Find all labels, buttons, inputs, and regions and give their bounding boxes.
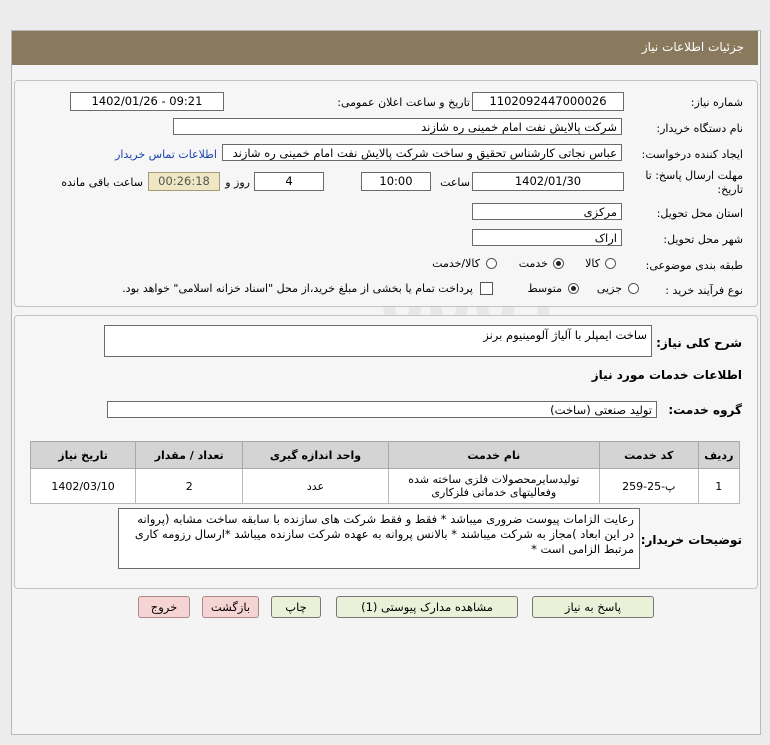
col-service-code: کد خدمت (598, 441, 699, 469)
col-quantity: تعداد / مقدار (135, 441, 244, 469)
view-attachments-button[interactable]: مشاهده مدارک پیوستی (1) (336, 596, 518, 618)
page-header: جزئیات اطلاعات نیاز (12, 31, 758, 65)
need-number-field: 1102092447000026 (472, 92, 624, 111)
cell-unit: عدد (242, 468, 389, 504)
category-option-goods: کالا (585, 257, 600, 270)
city-label: شهر محل تحویل: (663, 233, 743, 246)
purchase-radio-medium[interactable] (568, 283, 579, 294)
category-label: طبقه بندی موضوعی: (645, 259, 743, 272)
category-radio-goods[interactable] (605, 258, 616, 269)
cell-row: 1 (697, 468, 741, 504)
buyer-notes-field: رعایت الزامات پیوست ضروری میباشد * فقط و… (118, 508, 640, 569)
category-radio-goods-service[interactable] (486, 258, 497, 269)
announce-date-label: تاریخ و ساعت اعلان عمومی: (337, 96, 470, 109)
purchase-type-label: نوع فرآیند خرید : (665, 284, 743, 297)
services-table: ردیف کد خدمت نام خدمت واحد اندازه گیری ت… (29, 441, 741, 504)
reply-button[interactable]: پاسخ به نیاز (532, 596, 654, 618)
col-need-date: تاریخ نیاز (29, 441, 137, 469)
time-label: ساعت (440, 176, 470, 189)
print-button[interactable]: چاپ (271, 596, 321, 618)
deadline-label: مهلت ارسال پاسخ: تا (645, 169, 743, 182)
purchase-option-medium: متوسط (527, 282, 562, 295)
remaining-time-field: 00:26:18 (148, 172, 220, 191)
deadline-date-field: 1402/01/30 (472, 172, 624, 191)
category-radio-service[interactable] (553, 258, 564, 269)
city-field: اراک (472, 229, 622, 246)
table-header-row: ردیف کد خدمت نام خدمت واحد اندازه گیری ت… (29, 441, 741, 469)
cell-need-date: 1402/03/10 (29, 468, 137, 504)
province-label: استان محل تحویل: (656, 207, 743, 220)
col-service-name: نام خدمت (387, 441, 600, 469)
service-group-field: تولید صنعتی (ساخت) (107, 401, 657, 418)
category-option-goods-service: کالا/خدمت (432, 257, 480, 270)
category-option-service: خدمت (518, 257, 548, 270)
requester-field: عباس نجاتی کارشناس تحقیق و ساخت شرکت پال… (222, 144, 622, 161)
need-number-label: شماره نیاز: (690, 96, 743, 109)
buyer-org-field: شرکت پالایش نفت امام خمینی ره شازند (173, 118, 622, 135)
table-row: 1 پ-25-259 تولیدسایرمحصولات فلزی ساخته ش… (29, 468, 741, 504)
buyer-notes-label: توضیحات خریدار: (640, 533, 742, 547)
purchase-option-minor: جزیی (596, 282, 622, 295)
treasury-checkbox[interactable] (480, 282, 493, 295)
remaining-time-label: ساعت باقی مانده (61, 176, 143, 189)
cell-service-name: تولیدسایرمحصولات فلزی ساخته شده وفعالیته… (387, 468, 600, 504)
buyer-org-label: نام دستگاه خریدار: (656, 122, 743, 135)
services-title: اطلاعات خدمات مورد نیاز (591, 368, 742, 382)
page-title: جزئیات اطلاعات نیاز (641, 40, 744, 54)
requester-label: ایجاد کننده درخواست: (641, 148, 743, 161)
back-button[interactable]: بازگشت (202, 596, 259, 618)
days-label: روز و (225, 176, 250, 189)
payment-note: پرداخت تمام یا بخشی از مبلغ خرید،از محل … (122, 282, 473, 295)
cell-quantity: 2 (135, 468, 244, 504)
exit-button[interactable]: خروج (138, 596, 190, 618)
deadline-time-field: 10:00 (361, 172, 431, 191)
days-field: 4 (254, 172, 324, 191)
summary-field: ساخت ایمپلر با آلیاژ آلومینیوم برنز (104, 325, 652, 357)
announce-date-field: 1402/01/26 - 09:21 (70, 92, 224, 111)
cell-service-code: پ-25-259 (598, 468, 699, 504)
buyer-contact-link[interactable]: اطلاعات تماس خریدار (115, 148, 217, 161)
purchase-radio-minor[interactable] (628, 283, 639, 294)
summary-label: شرح کلی نیاز: (656, 336, 742, 350)
deadline-label-2: تاریخ: (717, 183, 743, 196)
service-group-label: گروه خدمت: (668, 403, 742, 417)
col-unit: واحد اندازه گیری (242, 441, 389, 469)
col-row: ردیف (697, 441, 741, 469)
province-field: مرکزی (472, 203, 622, 220)
info-section (14, 80, 758, 307)
